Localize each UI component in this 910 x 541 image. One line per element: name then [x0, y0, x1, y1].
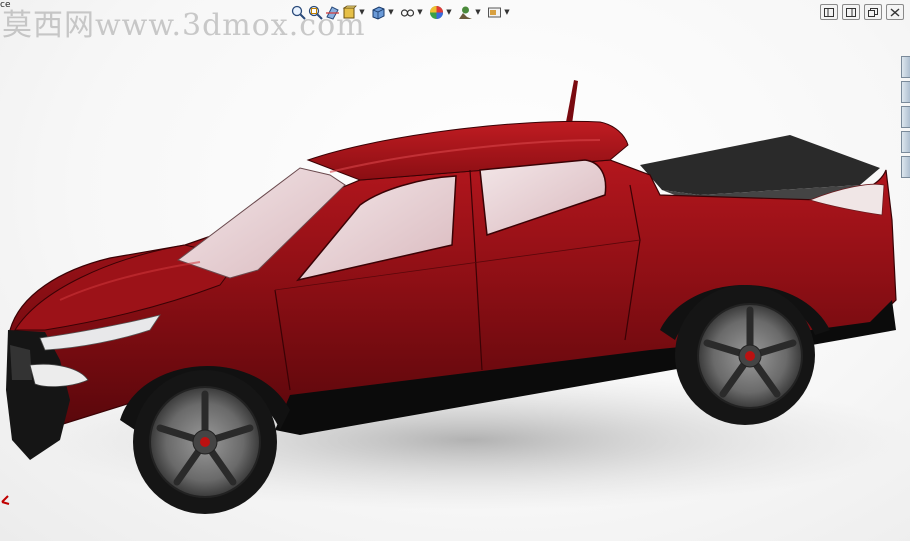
display-style-button[interactable]: [370, 4, 387, 21]
tile-icon: [824, 7, 834, 17]
antenna: [566, 80, 578, 124]
grille: [10, 345, 32, 380]
close-button[interactable]: [886, 4, 904, 20]
task-pane-tab-resources[interactable]: [901, 56, 910, 78]
rear-wheel: [675, 285, 815, 425]
close-icon: [890, 7, 900, 17]
task-pane-tabs: [901, 56, 910, 181]
truck-model[interactable]: [0, 0, 910, 541]
hide-show-dropdown[interactable]: ▼: [416, 4, 424, 21]
task-pane-tab-file-explorer[interactable]: [901, 106, 910, 128]
display-style-dropdown[interactable]: ▼: [387, 4, 395, 21]
scene-icon: [459, 6, 472, 19]
heads-up-view-toolbar: ▼ ▼ ▼ ▼ ▼ ▼: [290, 2, 515, 22]
zoom-area-icon: [308, 5, 323, 20]
section-view-icon: [326, 5, 339, 20]
view-orientation-button[interactable]: [341, 4, 358, 21]
edit-appearance-button[interactable]: [428, 4, 445, 21]
view-settings-icon: [488, 7, 501, 17]
task-pane-tab-appearances[interactable]: [901, 156, 910, 178]
section-view-button[interactable]: [324, 4, 341, 21]
apply-scene-button[interactable]: [457, 4, 474, 21]
graphics-area[interactable]: 莫西网www.3dmox.com ce ▼ ▼ ▼ ▼ ▼ ▼: [0, 0, 910, 541]
tile-left-button[interactable]: [820, 4, 838, 20]
tile-right-button[interactable]: [842, 4, 860, 20]
task-pane-tab-design-library[interactable]: [901, 81, 910, 103]
view-settings-dropdown[interactable]: ▼: [503, 4, 511, 21]
display-style-icon: [372, 5, 385, 20]
view-orientation-dropdown[interactable]: ▼: [358, 4, 366, 21]
zoom-to-fit-icon: [291, 5, 306, 20]
zoom-to-area-button[interactable]: [307, 4, 324, 21]
restore-icon: [868, 7, 878, 17]
tab-fragment: ce: [0, 0, 11, 10]
tile-icon: [846, 7, 856, 17]
restore-button[interactable]: [864, 4, 882, 20]
view-settings-button[interactable]: [486, 4, 503, 21]
front-wheel: [133, 370, 277, 514]
zoom-to-fit-button[interactable]: [290, 4, 307, 21]
window-controls: [820, 4, 904, 20]
task-pane-tab-view-palette[interactable]: [901, 131, 910, 153]
reference-triad: [1, 495, 10, 505]
edit-appearance-dropdown[interactable]: ▼: [445, 4, 453, 21]
hide-show-icon: [400, 8, 415, 17]
apply-scene-dropdown[interactable]: ▼: [474, 4, 482, 21]
appearance-icon: [430, 5, 443, 19]
view-orientation-icon: [342, 5, 357, 18]
hide-show-items-button[interactable]: [399, 4, 416, 21]
